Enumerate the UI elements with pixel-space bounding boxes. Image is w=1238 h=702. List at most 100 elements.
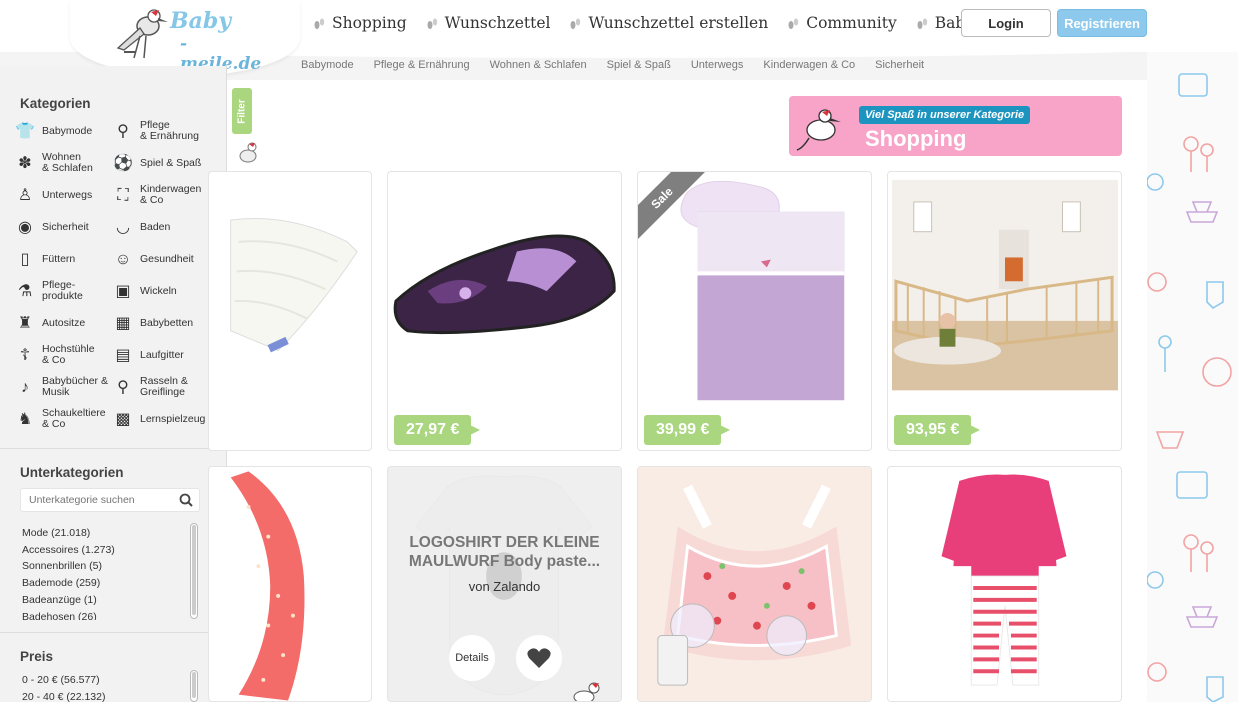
product-card[interactable]: 93,95 €	[887, 171, 1122, 451]
category-label: Babybetten	[140, 316, 194, 329]
decorative-pattern	[1147, 52, 1238, 702]
high-chair-icon: ☦	[19, 346, 31, 364]
category-wickeln[interactable]: ▣ Wickeln	[112, 280, 177, 302]
product-image-slipper	[393, 234, 616, 335]
category-hochstuehle[interactable]: ☦ Hochstühle & Co	[14, 344, 95, 366]
category-gesundheit[interactable]: ☺ Gesundheit	[112, 248, 194, 270]
filter-tab[interactable]: Filter	[232, 88, 252, 134]
subcategory-scrollbar[interactable]	[190, 523, 198, 619]
subcategories-title: Unterkategorien	[20, 465, 124, 480]
subcategory-item[interactable]: Badehosen (26)	[22, 609, 182, 620]
footprint-icon	[314, 18, 325, 29]
product-image-playpen	[891, 180, 1119, 391]
register-button[interactable]: Registrieren	[1057, 9, 1147, 37]
banner-title: Shopping	[865, 126, 967, 151]
site-logo[interactable]: Baby - meile.de	[110, 6, 270, 74]
sidebar: Kategorien 👕 Babymode ⚲ Pflege & Ernährung…	[0, 66, 227, 702]
subcategory-item[interactable]: Accessoires (1.273)	[22, 542, 182, 559]
category-spiel-spass[interactable]: ⚽ Spiel & Spaß	[112, 152, 201, 174]
rocking-horse-icon: ♞	[17, 410, 33, 428]
product-card[interactable]	[637, 466, 872, 702]
nav-wunschzettel-label: Wunschzettel	[444, 14, 551, 32]
category-unterwegs[interactable]: ♙ Unterwegs	[14, 184, 92, 206]
details-button[interactable]: Details	[449, 635, 495, 681]
category-lernspielzeug[interactable]: ▩ Lernspielzeug	[112, 408, 205, 430]
onesie-icon: 👕	[15, 122, 35, 140]
subcategory-item[interactable]: Mode (21.018)	[22, 525, 182, 542]
nav-wunschzettel[interactable]: Wunschzettel	[425, 14, 551, 32]
price-range-item[interactable]: 0 - 20 € (56.577)	[22, 672, 105, 689]
search-icon[interactable]	[179, 493, 193, 507]
product-card[interactable]	[208, 171, 372, 451]
category-label: Schaukeltiere & Co	[42, 407, 106, 430]
product-card[interactable]	[887, 466, 1122, 702]
category-label: Wickeln	[140, 284, 177, 297]
scrollbar-thumb[interactable]	[192, 672, 196, 698]
subcategory-search-input[interactable]	[21, 489, 171, 511]
price-range-item[interactable]: 20 - 40 € (22.132)	[22, 689, 105, 702]
wishlist-button[interactable]	[516, 635, 562, 681]
category-pflegeprodukte[interactable]: ⚗ Pflege- produkte	[14, 280, 83, 302]
logo-text-baby: Baby	[170, 8, 232, 34]
category-label: Pflege & Ernährung	[140, 119, 199, 142]
subnav-spiel[interactable]: Spiel & Spaß	[607, 59, 671, 71]
category-rasseln[interactable]: ⚲ Rasseln & Greiflinge	[112, 376, 188, 398]
scrollbar-thumb[interactable]	[192, 525, 196, 615]
bib-icon: ⚲	[117, 122, 129, 140]
rattle-icon: ⚲	[117, 378, 129, 396]
category-label: Unterwegs	[42, 188, 93, 201]
category-wohnen-schlafen[interactable]: ✽ Wohnen & Schlafen	[14, 152, 93, 174]
teddy-icon: ✽	[18, 154, 32, 172]
category-fuettern[interactable]: ▯ Füttern	[14, 248, 76, 270]
category-label: Sicherheit	[42, 220, 89, 233]
product-card[interactable]	[208, 466, 372, 702]
subcategory-item[interactable]: Bademode (259)	[22, 575, 182, 592]
product-card[interactable]: 27,97 €	[387, 171, 622, 451]
crib-icon: ▦	[115, 314, 131, 332]
product-image-pump-bra	[638, 467, 871, 701]
lotion-icon: ⚗	[17, 282, 33, 300]
login-button[interactable]: Login	[961, 9, 1051, 37]
subnav-pflege[interactable]: Pflege & Ernährung	[374, 59, 470, 71]
product-card[interactable]: LOGOSHIRT DER KLEINE MAULWURF Body paste…	[387, 466, 622, 702]
main-nav: Shopping Wunschzettel Wunschzettel erste…	[312, 14, 1040, 32]
product-image-scarf	[230, 471, 305, 701]
sidebar-divider	[0, 448, 227, 449]
category-baden[interactable]: ◡ Baden	[112, 216, 170, 238]
footprint-icon	[427, 18, 437, 29]
price-list: 0 - 20 € (56.577) 20 - 40 € (22.132)	[22, 672, 105, 702]
subnav-wohnen[interactable]: Wohnen & Schlafen	[490, 59, 587, 71]
product-card[interactable]: Sale 39,99 €	[637, 171, 872, 451]
subnav-unterwegs[interactable]: Unterwegs	[691, 59, 744, 71]
category-laufgitter[interactable]: ▤ Laufgitter	[112, 344, 183, 366]
categories-title: Kategorien	[20, 96, 91, 111]
subcategory-item[interactable]: Sonnenbrillen (5)	[22, 558, 182, 575]
category-schaukeltiere[interactable]: ♞ Schaukeltiere & Co	[14, 408, 106, 430]
subnav-sicherheit[interactable]: Sicherheit	[875, 59, 924, 71]
category-autositze[interactable]: ♜ Autositze	[14, 312, 85, 334]
category-label: Pflege- produkte	[42, 279, 83, 302]
price-scrollbar[interactable]	[190, 670, 198, 702]
subnav-kinderwagen[interactable]: Kinderwagen & Co	[763, 59, 855, 71]
category-pflege-ernaehrung[interactable]: ⚲ Pflege & Ernährung	[112, 120, 199, 142]
subnav-babymode[interactable]: Babymode	[301, 59, 354, 71]
category-kinderwagen[interactable]: ⛶ Kinderwagen & Co	[112, 184, 201, 206]
category-label: Baden	[140, 220, 171, 233]
nav-shopping[interactable]: Shopping	[312, 14, 407, 32]
subcategory-item[interactable]: Badeanzüge (1)	[22, 592, 182, 609]
category-sicherheit[interactable]: ◉ Sicherheit	[14, 216, 89, 238]
product-title[interactable]: LOGOSHIRT DER KLEINE MAULWURF Body paste…	[388, 533, 621, 571]
category-babybetten[interactable]: ▦ Babybetten	[112, 312, 193, 334]
family-icon: ♙	[17, 186, 33, 204]
category-label: Lernspielzeug	[140, 412, 206, 425]
footprint-icon	[570, 18, 581, 29]
category-babymode[interactable]: 👕 Babymode	[14, 120, 92, 142]
category-label: Kinderwagen & Co	[140, 183, 202, 206]
stroller-icon: ⛶	[117, 186, 129, 204]
baby-face-icon: ☺	[114, 250, 132, 268]
nav-wunschzettel-erstellen[interactable]: Wunschzettel erstellen	[568, 14, 768, 32]
category-banner[interactable]: Viel Spaß in unserer Kategorie Shopping	[789, 96, 1122, 156]
category-babybuecher[interactable]: ♪ Babybücher & Musik	[14, 376, 108, 398]
nav-community[interactable]: Community	[786, 14, 897, 32]
heart-icon	[527, 648, 551, 668]
